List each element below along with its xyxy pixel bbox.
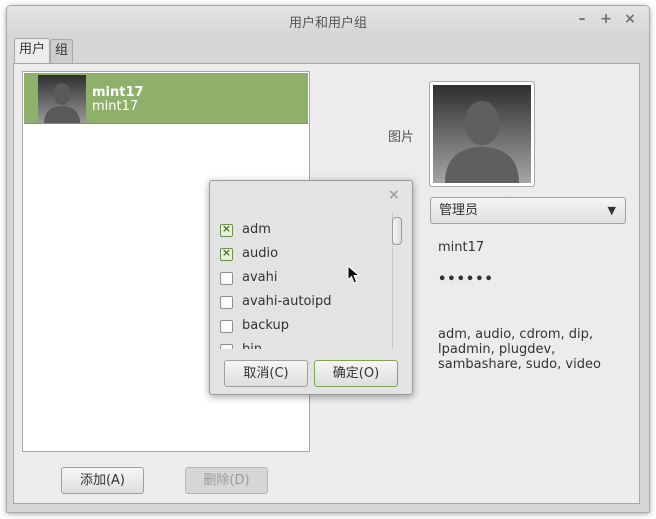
minimize-icon[interactable]: – — [573, 10, 591, 28]
password-value[interactable]: •••••• — [438, 272, 494, 287]
group-label: adm — [242, 222, 271, 237]
picture-label: 图片 — [388, 130, 415, 145]
group-checklist[interactable]: × adm × audio avahi avahi-autoipd backup… — [210, 209, 390, 349]
add-user-button[interactable]: 添加(A) — [61, 467, 144, 494]
group-label: backup — [242, 318, 289, 333]
account-type-select[interactable]: 管理员 ▼ — [430, 197, 626, 224]
checkbox[interactable] — [220, 344, 233, 349]
username-value[interactable]: mint17 — [438, 240, 484, 255]
checkbox[interactable] — [220, 296, 233, 309]
cancel-button[interactable]: 取消(C) — [224, 360, 308, 387]
user-picture — [433, 85, 531, 183]
group-label: avahi-autoipd — [242, 294, 332, 309]
user-login-name: mint17 — [92, 99, 139, 114]
check-mark-icon: × — [221, 222, 232, 235]
ok-button[interactable]: 确定(O) — [314, 360, 398, 387]
window-title: 用户和用户组 — [288, 16, 367, 31]
account-type-value: 管理员 — [439, 203, 479, 218]
mouse-cursor-icon — [347, 265, 361, 284]
delete-user-button[interactable]: 删除(D) — [185, 467, 268, 494]
dropdown-arrow-icon: ▼ — [607, 204, 616, 217]
tab-groups[interactable]: 组 — [50, 39, 74, 63]
person-silhouette-icon — [445, 101, 519, 183]
picture-button[interactable] — [429, 81, 535, 187]
checkbox[interactable] — [220, 320, 233, 333]
close-icon[interactable]: × — [621, 10, 639, 28]
checkbox-checked[interactable]: × — [220, 222, 233, 237]
dialog-close-icon[interactable]: × — [388, 187, 400, 203]
title-bar[interactable]: 用户和用户组 – + × — [7, 6, 649, 34]
person-silhouette-icon — [44, 83, 80, 123]
user-list-item[interactable]: mint17 mint17 — [24, 73, 308, 124]
group-label: audio — [242, 246, 279, 261]
group-selection-dialog: × × adm × audio avahi avahi-autoipd back… — [209, 180, 413, 395]
check-mark-icon: × — [221, 246, 232, 259]
user-avatar — [38, 75, 86, 123]
scrollbar-thumb[interactable] — [392, 217, 402, 245]
tab-users[interactable]: 用户 — [14, 38, 51, 64]
checkbox[interactable] — [220, 272, 233, 285]
groups-value[interactable]: adm, audio, cdrom, dip, lpadmin, plugdev… — [438, 327, 618, 372]
user-display-name: mint17 — [92, 85, 144, 100]
maximize-icon[interactable]: + — [597, 10, 615, 28]
checkbox-checked[interactable]: × — [220, 246, 233, 261]
group-label: avahi — [242, 270, 278, 285]
group-label: bin — [242, 342, 262, 349]
